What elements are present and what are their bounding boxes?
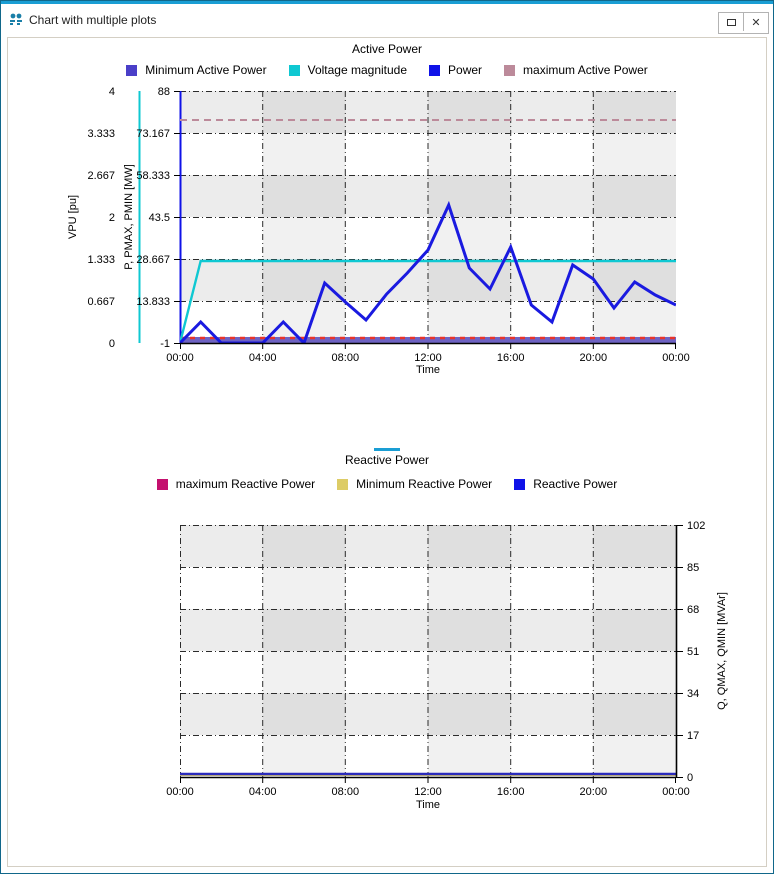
vpu-tick-0667: 0.667 [87, 296, 115, 308]
x-axis-tick-labels-active-power: 00:00 04:00 08:00 12:00 16:00 20:00 00:0… [166, 352, 690, 364]
legend-active-power: Minimum Active Power Voltage magnitude P… [8, 63, 766, 77]
window-controls: ✕ [718, 12, 769, 34]
vpu-tick-2667: 2.667 [87, 170, 115, 182]
series-group-reactive-power [180, 772, 676, 776]
legend-item-power[interactable]: Power [429, 63, 482, 77]
vpu-tick-1333: 1.333 [87, 254, 115, 266]
legend-item-minimum-reactive-power[interactable]: Minimum Reactive Power [337, 477, 492, 491]
q-tick-0: 0 [687, 772, 693, 784]
q-tick-34: 34 [687, 688, 699, 700]
plot-active-power[interactable]: 4 3.333 2.667 2 1.333 0.667 0 VPU [pu] 8… [8, 83, 766, 373]
chart-title-active-power: Active Power [351, 42, 423, 56]
legend-swatch-voltage-magnitude [288, 64, 300, 76]
legend-swatch-minimum-reactive-power [337, 478, 349, 490]
svg-text:00:00: 00:00 [662, 786, 690, 798]
chart-window: Chart with multiple plots ✕ Active Power… [0, 0, 774, 874]
svg-text:00:00: 00:00 [166, 786, 194, 798]
chart-title-reactive-power: Reactive Power [344, 453, 430, 467]
legend-swatch-reactive-power [514, 478, 526, 490]
window-titlebar: Chart with multiple plots ✕ [1, 1, 773, 34]
legend-item-voltage-magnitude[interactable]: Voltage magnitude [288, 63, 408, 77]
plot-svg-active-power: 4 3.333 2.667 2 1.333 0.667 0 VPU [pu] 8… [67, 86, 690, 373]
q-tick-51: 51 [687, 646, 699, 658]
chart-reactive-power: Reactive Power maximum Reactive Power Mi… [8, 448, 766, 817]
legend-item-minimum-active-power[interactable]: Minimum Active Power [126, 63, 267, 77]
vpu-axis-title: VPU [pu] [67, 195, 79, 239]
restore-icon [726, 18, 736, 26]
axis-p: 88 73.167 58.333 43.5 28.667 13.833 -1 P… [123, 86, 182, 350]
legend-swatch-maximum-reactive-power [156, 478, 168, 490]
vpu-tick-0: 0 [109, 338, 115, 350]
restore-button[interactable] [719, 13, 743, 31]
svg-text:12:00: 12:00 [414, 352, 442, 364]
vpu-tick-2: 2 [109, 212, 115, 224]
p-axis-title: P, PMAX, PMIN [MW] [123, 164, 135, 270]
chart-window-icon [9, 13, 24, 27]
close-icon: ✕ [751, 16, 761, 29]
x-axis-title-active-power: Time [416, 364, 440, 373]
p-tick-13833: 13.833 [136, 296, 170, 308]
svg-text:04:00: 04:00 [249, 352, 277, 364]
chart-active-power: Active Power Minimum Active Power Voltag… [8, 38, 766, 373]
q-tick-68: 68 [687, 604, 699, 616]
p-tick-neg1: -1 [160, 338, 170, 350]
p-tick-28667: 28.667 [136, 254, 170, 266]
legend-label-power: Power [448, 63, 483, 77]
legend-label-minimum-reactive-power: Minimum Reactive Power [356, 477, 493, 491]
legend-label-maximum-active-power: maximum Active Power [523, 63, 648, 77]
svg-text:16:00: 16:00 [497, 352, 525, 364]
legend-label-maximum-reactive-power: maximum Reactive Power [175, 477, 316, 491]
legend-swatch-maximum-active-power [504, 64, 516, 76]
vpu-tick-3333: 3.333 [87, 128, 115, 140]
svg-text:16:00: 16:00 [497, 786, 525, 798]
legend-swatch-minimum-active-power [126, 64, 138, 76]
legend-label-minimum-active-power: Minimum Active Power [145, 63, 267, 77]
q-tick-17: 17 [687, 730, 699, 742]
plot-reactive-power[interactable]: 102 85 68 51 34 17 0 Q, QMAX, QMIN [MVAr… [8, 517, 766, 817]
legend-swatch-power [429, 64, 441, 76]
x-axis-tick-labels-reactive-power: 00:00 04:00 08:00 12:00 16:00 20:00 00:0… [166, 786, 690, 798]
q-axis-title: Q, QMAX, QMIN [MVAr] [716, 592, 728, 710]
p-tick-88: 88 [158, 86, 170, 98]
svg-text:04:00: 04:00 [249, 786, 277, 798]
svg-text:20:00: 20:00 [580, 352, 608, 364]
q-tick-102: 102 [687, 520, 705, 532]
window-title: Chart with multiple plots [29, 13, 157, 27]
svg-text:00:00: 00:00 [662, 352, 690, 364]
legend-label-voltage-magnitude: Voltage magnitude [307, 63, 408, 77]
legend-item-maximum-reactive-power[interactable]: maximum Reactive Power [156, 477, 316, 491]
legend-item-maximum-active-power[interactable]: maximum Active Power [504, 63, 648, 77]
plot-svg-reactive-power: 102 85 68 51 34 17 0 Q, QMAX, QMIN [MVAr… [166, 520, 728, 811]
p-tick-73167: 73.167 [136, 128, 170, 140]
svg-text:20:00: 20:00 [580, 786, 608, 798]
svg-text:08:00: 08:00 [332, 352, 360, 364]
svg-text:00:00: 00:00 [166, 352, 194, 364]
chart-client-area: Active Power Minimum Active Power Voltag… [7, 37, 767, 867]
close-button[interactable]: ✕ [743, 13, 768, 31]
p-tick-435: 43.5 [149, 212, 170, 224]
axis-q: 102 85 68 51 34 17 0 Q, QMAX, QMIN [MVAr… [675, 520, 728, 784]
svg-text:12:00: 12:00 [414, 786, 442, 798]
chart-selection-indicator [374, 448, 400, 451]
vpu-tick-4: 4 [109, 86, 115, 98]
legend-reactive-power: maximum Reactive Power Minimum Reactive … [8, 477, 766, 491]
legend-label-reactive-power: Reactive Power [533, 477, 618, 491]
q-tick-85: 85 [687, 562, 699, 574]
legend-item-reactive-power[interactable]: Reactive Power [514, 477, 617, 491]
p-tick-58333: 58.333 [136, 170, 170, 182]
svg-text:08:00: 08:00 [332, 786, 360, 798]
x-axis-title-reactive-power: Time [416, 799, 440, 811]
